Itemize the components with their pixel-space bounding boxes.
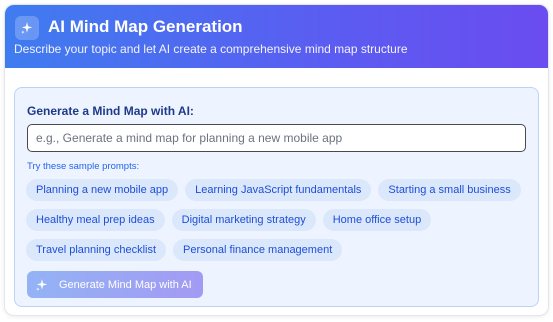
chip-row: Travel planning checklist Personal finan… (26, 239, 531, 261)
prompt-input[interactable] (27, 124, 526, 152)
sample-prompts-label: Try these sample prompts: (27, 161, 140, 172)
page-title: AI Mind Map Generation (48, 17, 243, 36)
sample-prompt-chip[interactable]: Home office setup (322, 209, 432, 231)
header: AI Mind Map Generation Describe your top… (5, 5, 548, 68)
sample-prompt-chip[interactable]: Planning a new mobile app (26, 179, 179, 201)
sample-prompt-chip[interactable]: Digital marketing strategy (171, 209, 316, 231)
sample-prompt-chip[interactable]: Travel planning checklist (26, 239, 167, 261)
chip-row: Healthy meal prep ideas Digital marketin… (26, 209, 531, 231)
mind-map-card: AI Mind Map Generation Describe your top… (4, 4, 549, 316)
generate-button[interactable]: Generate Mind Map with AI (27, 271, 203, 298)
sample-prompt-chip[interactable]: Learning JavaScript fundamentals (185, 179, 372, 201)
page-subtitle: Describe your topic and let AI create a … (14, 42, 408, 56)
generate-button-label: Generate Mind Map with AI (59, 278, 192, 291)
sample-prompts: Planning a new mobile app Learning JavaS… (26, 179, 531, 269)
generate-panel: Generate a Mind Map with AI: Try these s… (14, 87, 539, 307)
sparkles-icon (35, 278, 49, 292)
sample-prompt-chip[interactable]: Starting a small business (378, 179, 521, 201)
sparkles-icon (15, 16, 39, 40)
sample-prompt-chip[interactable]: Healthy meal prep ideas (26, 209, 165, 231)
chip-row: Planning a new mobile app Learning JavaS… (26, 179, 531, 201)
generate-label: Generate a Mind Map with AI: (27, 104, 194, 118)
sample-prompt-chip[interactable]: Personal finance management (173, 239, 343, 261)
